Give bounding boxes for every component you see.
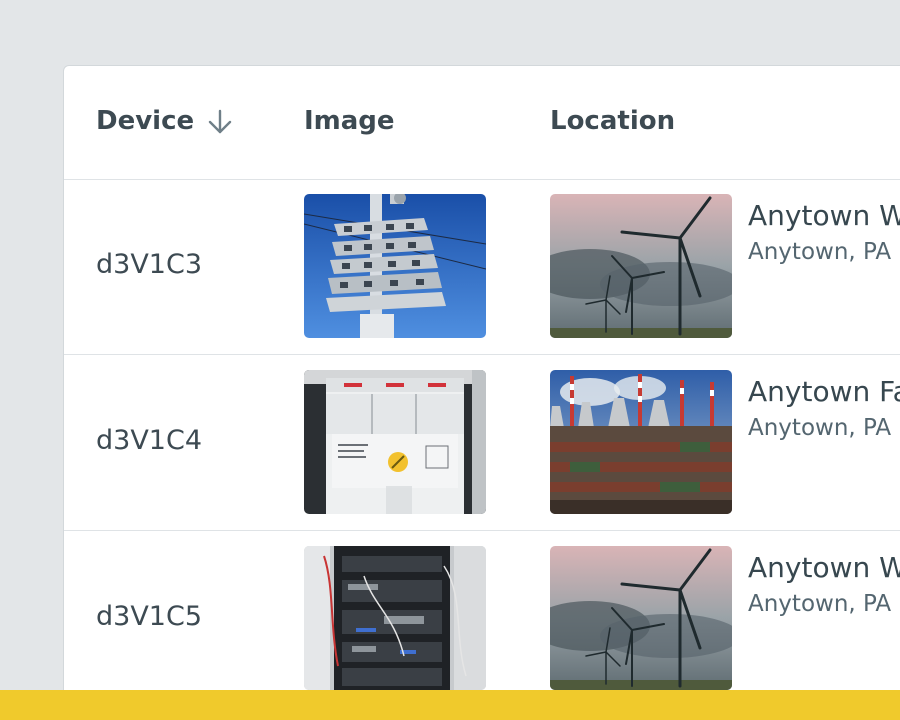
device-image-server-rack[interactable] — [304, 546, 486, 690]
location-name[interactable]: Anytown Fa — [748, 375, 900, 408]
table-header: Device Image Location — [64, 66, 900, 180]
column-header-image[interactable]: Image — [304, 106, 395, 136]
column-header-device[interactable]: Device — [96, 106, 194, 136]
device-id: d3V1C4 — [96, 425, 202, 456]
table-row[interactable]: d3V1C4 Anytown Fa Anytown, PA — [64, 355, 900, 531]
table-row[interactable]: d3V1C3 Anytown Wi Anytown, PA — [64, 179, 900, 355]
device-id: d3V1C5 — [96, 601, 202, 632]
location-city: Anytown, PA — [748, 239, 892, 265]
location-city: Anytown, PA — [748, 415, 892, 441]
devices-table: Device Image Location d3V1C3 Anytown Wi … — [63, 65, 900, 707]
device-id: d3V1C3 — [96, 249, 202, 280]
location-image-wind-turbines[interactable] — [550, 546, 732, 690]
location-name[interactable]: Anytown Wi — [748, 551, 900, 584]
location-image-wind-turbines[interactable] — [550, 194, 732, 338]
bottom-accent-bar — [0, 690, 900, 720]
device-image-circuit-breaker[interactable] — [304, 370, 486, 514]
column-header-location[interactable]: Location — [550, 106, 675, 136]
sort-arrow-down-icon[interactable] — [204, 106, 236, 138]
device-image-meters[interactable] — [304, 194, 486, 338]
location-name[interactable]: Anytown Wi — [748, 199, 900, 232]
location-city: Anytown, PA — [748, 591, 892, 617]
table-row[interactable]: d3V1C5 Anytown Wi Anytown, PA — [64, 531, 900, 706]
location-image-factory[interactable] — [550, 370, 732, 514]
